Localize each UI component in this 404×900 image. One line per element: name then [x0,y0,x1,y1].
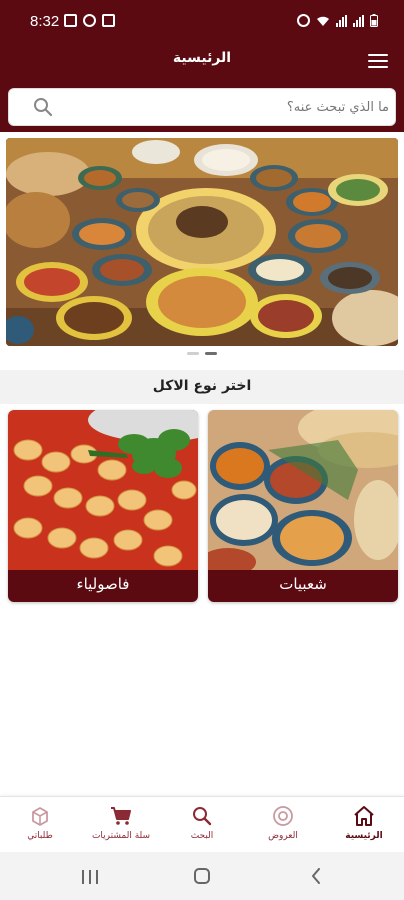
page-title: الرئيسية [172,50,232,66]
orders-icon [32,807,48,826]
signal-2-icon [353,15,364,27]
offers-icon [273,806,293,826]
category-label: شعبيات [279,575,327,593]
status-bar: 8:32 [0,0,404,44]
status-time: 8:32 [30,13,60,30]
food-spread-illustration [6,138,398,346]
app-bar: الرئيسية [0,44,404,80]
snapchat-icon [83,14,96,27]
nav-label: سلة المشتريات [91,831,151,841]
app-notification-icon [102,14,115,27]
fasolia-image [8,410,198,570]
system-navigation-bar [0,852,404,900]
category-card-shabiyat[interactable]: شعبيات [208,410,398,602]
alarm-icon [297,14,310,27]
nav-search[interactable]: البحث [162,805,242,841]
nav-orders[interactable]: طلباتي [0,805,80,841]
signal-icon [336,15,347,27]
nav-offers[interactable]: العروض [243,805,323,841]
nav-label: الرئيسية [345,831,383,841]
home-button-icon[interactable] [194,868,210,884]
search-bar[interactable] [8,88,396,126]
carousel-indicator[interactable] [0,352,404,355]
carousel-dot[interactable] [187,352,199,355]
nav-label: البحث [190,831,214,841]
system-status-icons [297,14,378,27]
recents-icon[interactable] [82,870,98,884]
nav-cart[interactable]: سلة المشتريات [81,805,161,841]
section-header: اختر نوع الاكل [0,370,404,404]
search-input[interactable] [59,89,389,125]
wifi-icon [317,16,329,26]
search-icon [193,807,212,826]
battery-icon [370,14,378,27]
back-icon[interactable] [310,868,322,884]
section-title: اختر نوع الاكل [152,378,252,394]
notification-icons [64,14,115,27]
cart-icon [111,807,131,825]
category-label: فاصولياء [76,575,130,593]
category-card-fasolia[interactable]: فاصولياء [8,410,198,602]
gallery-icon [64,14,77,27]
nav-home[interactable]: الرئيسية [324,805,404,841]
food-banner-image[interactable] [6,138,398,346]
search-icon[interactable] [33,97,53,117]
nav-label: طلباتي [27,831,53,841]
home-icon [354,806,374,826]
shabiyat-image [208,410,398,570]
app-screen: 8:32 الرئيسية ما الذي تبحث عنه؟ اختر نوع… [0,0,404,900]
bottom-navigation: الرئيسية العروض البحث سلة المشتريات طلبا… [0,796,404,852]
nav-label: العروض [268,831,298,841]
carousel-dot-active[interactable] [205,352,217,355]
category-label-bar: شعبيات [208,570,398,602]
hamburger-menu-icon[interactable] [368,54,388,70]
category-label-bar: فاصولياء [8,570,198,602]
